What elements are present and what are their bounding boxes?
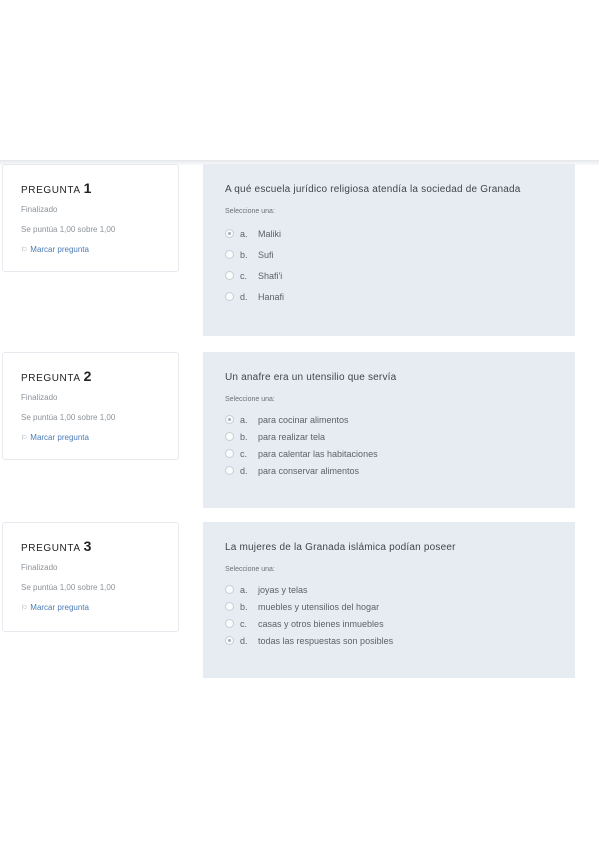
answer-option-c[interactable]: c. casas y otros bienes inmuebles xyxy=(225,615,575,632)
answer-letter: c. xyxy=(240,448,248,459)
question-1-content: A qué escuela jurídico religiosa atendía… xyxy=(203,164,575,336)
answer-text: Sufi xyxy=(258,249,274,260)
radio-button[interactable] xyxy=(225,602,234,611)
question-text: Un anafre era un utensilio que servía xyxy=(225,372,397,383)
answer-option-b[interactable]: b. para realizar tela xyxy=(225,428,575,445)
answer-letter: d. xyxy=(240,291,248,302)
answer-option-b[interactable]: b. Sufi xyxy=(225,244,575,265)
question-number: 2 xyxy=(83,368,93,384)
answer-list: a. para cocinar alimentos b. para realizar… xyxy=(225,411,575,479)
answer-prompt: Seleccione una: xyxy=(225,208,275,215)
answer-letter: b. xyxy=(240,601,248,612)
answer-letter: a. xyxy=(240,584,248,595)
answer-option-b[interactable]: b. muebles y utensilios del hogar xyxy=(225,598,575,615)
answer-text: Shafi'i xyxy=(258,270,283,281)
flag-icon: ⚐ xyxy=(21,435,28,442)
flag-question-link[interactable]: ⚐ Marcar pregunta xyxy=(21,245,178,254)
answer-letter: d. xyxy=(240,635,248,646)
answer-letter: d. xyxy=(240,465,248,476)
flag-question-link[interactable]: ⚐ Marcar pregunta xyxy=(21,433,178,442)
answer-text: para realizar tela xyxy=(258,431,326,442)
answer-option-c[interactable]: c. para calentar las habitaciones xyxy=(225,445,575,462)
answer-option-d[interactable]: d. para conservar alimentos xyxy=(225,462,575,479)
answer-letter: b. xyxy=(240,249,248,260)
answer-text: Maliki xyxy=(258,228,282,239)
question-grade: Se puntúa 1,00 sobre 1,00 xyxy=(21,413,116,422)
question-state: Finalizado xyxy=(21,393,58,402)
answer-letter: a. xyxy=(240,228,248,239)
radio-button[interactable] xyxy=(225,415,234,424)
answer-text: para conservar alimentos xyxy=(258,465,360,476)
radio-button[interactable] xyxy=(225,271,234,280)
question-1-title: PREGUNTA 1 xyxy=(21,180,178,196)
radio-button[interactable] xyxy=(225,292,234,301)
question-state: Finalizado xyxy=(21,205,58,214)
question-grade: Se puntúa 1,00 sobre 1,00 xyxy=(21,583,116,592)
answer-option-d[interactable]: d. todas las respuestas son posibles xyxy=(225,632,575,649)
flag-question-link[interactable]: ⚐ Marcar pregunta xyxy=(21,603,178,612)
question-2-title: PREGUNTA 2 xyxy=(21,368,178,384)
question-2-info: PREGUNTA 2 Finalizado Se puntúa 1,00 sobr… xyxy=(2,352,179,460)
answer-option-a[interactable]: a. para cocinar alimentos xyxy=(225,411,575,428)
flag-question-label: Marcar pregunta xyxy=(30,433,89,442)
radio-button[interactable] xyxy=(225,229,234,238)
question-label: PREGUNTA xyxy=(21,543,81,554)
answer-letter: c. xyxy=(240,270,248,281)
answer-prompt: Seleccione una: xyxy=(225,566,275,573)
answer-text: muebles y utensilios del hogar xyxy=(258,601,380,612)
flag-question-label: Marcar pregunta xyxy=(30,603,89,612)
question-number: 3 xyxy=(83,538,93,554)
flag-icon: ⚐ xyxy=(21,605,28,612)
answer-text: para cocinar alimentos xyxy=(258,414,349,425)
radio-button[interactable] xyxy=(225,619,234,628)
radio-button[interactable] xyxy=(225,449,234,458)
answer-letter: b. xyxy=(240,431,248,442)
answer-text: para calentar las habitaciones xyxy=(258,448,378,459)
radio-button[interactable] xyxy=(225,432,234,441)
radio-button[interactable] xyxy=(225,466,234,475)
answer-letter: c. xyxy=(240,618,248,629)
question-3-title: PREGUNTA 3 xyxy=(21,538,178,554)
question-3-info: PREGUNTA 3 Finalizado Se puntúa 1,00 sobr… xyxy=(2,522,179,632)
answer-option-a[interactable]: a. Maliki xyxy=(225,223,575,244)
answer-text: joyas y telas xyxy=(258,584,308,595)
answer-text: Hanafi xyxy=(258,291,285,302)
radio-button[interactable] xyxy=(225,250,234,259)
flag-icon: ⚐ xyxy=(21,247,28,254)
radio-button[interactable] xyxy=(225,585,234,594)
flag-question-label: Marcar pregunta xyxy=(30,245,89,254)
answer-letter: a. xyxy=(240,414,248,425)
answer-text: todas las respuestas son posibles xyxy=(258,635,394,646)
answer-list: a. joyas y telas b. muebles y utensilios d… xyxy=(225,581,575,649)
answer-text: casas y otros bienes inmuebles xyxy=(258,618,384,629)
answer-option-c[interactable]: c. Shafi'i xyxy=(225,265,575,286)
question-text: A qué escuela jurídico religiosa atendía… xyxy=(225,184,521,195)
question-grade: Se puntúa 1,00 sobre 1,00 xyxy=(21,225,116,234)
question-label: PREGUNTA xyxy=(21,185,81,196)
question-1-info: PREGUNTA 1 Finalizado Se puntúa 1,00 sobr… xyxy=(2,164,179,272)
question-3-content: La mujeres de la Granada islámica podían… xyxy=(203,522,575,678)
answer-list: a. Maliki b. Sufi c. Shafi'i d. Hanafi xyxy=(225,223,575,307)
question-2-content: Un anafre era un utensilio que servía Se… xyxy=(203,352,575,508)
question-label: PREGUNTA xyxy=(21,373,81,384)
question-state: Finalizado xyxy=(21,563,58,572)
answer-option-a[interactable]: a. joyas y telas xyxy=(225,581,575,598)
question-number: 1 xyxy=(83,180,93,196)
radio-button[interactable] xyxy=(225,636,234,645)
answer-option-d[interactable]: d. Hanafi xyxy=(225,286,575,307)
question-text: La mujeres de la Granada islámica podían… xyxy=(225,542,456,553)
answer-prompt: Seleccione una: xyxy=(225,396,275,403)
